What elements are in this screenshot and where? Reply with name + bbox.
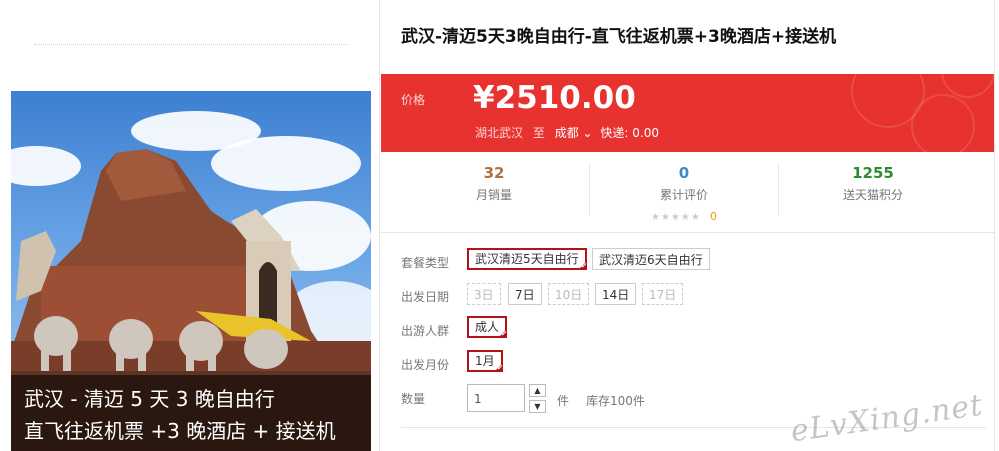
stat-label: 月销量 <box>475 188 512 202</box>
option-text: 14日 <box>602 288 630 302</box>
divider <box>34 44 348 45</box>
destination-text: 成都 <box>554 126 579 140</box>
product-title: 武汉-清迈5天3晚自由行-直飞往返机票+3晚酒店+接送机 <box>401 27 837 47</box>
option-text: 成人 <box>475 320 500 334</box>
price-box: 价格 ¥2510.00 湖北武汉 至 成都 ⌄ 快递: 0.00 <box>381 74 995 152</box>
selected-check-icon <box>498 329 508 338</box>
chevron-down-icon: ⌄ <box>582 126 593 140</box>
ship-from: 湖北武汉 <box>475 126 524 140</box>
panel-border <box>994 0 995 451</box>
rating-value: 0 <box>709 210 717 223</box>
option-text: 武汉清迈5天自由行 <box>475 252 579 266</box>
package-type-label: 套餐类型 <box>401 256 450 270</box>
selected-check-icon <box>493 363 503 372</box>
shipping-route: 湖北武汉 至 成都 ⌄ 快递: 0.00 <box>475 124 659 141</box>
stat-reviews[interactable]: 0 累计评价 ★★★★★ 0 <box>589 164 779 224</box>
option-text: 3日 <box>474 288 494 302</box>
traveler-group-label: 出游人群 <box>401 324 450 338</box>
selected-check-icon <box>577 261 587 270</box>
ship-to-word: 至 <box>532 126 545 140</box>
caption-line-2: 直飞往返机票 +3 晚酒店 + 接送机 <box>24 419 336 443</box>
option-text: 17日 <box>649 288 677 302</box>
traveler-option[interactable]: 成人 <box>467 316 508 338</box>
date-option[interactable]: 7日 <box>508 283 542 305</box>
stat-value: 32 <box>483 164 505 182</box>
ship-destination-select[interactable]: 成都 ⌄ <box>555 126 593 140</box>
option-text: 10日 <box>555 288 583 302</box>
option-text: 7日 <box>515 288 535 302</box>
price-label: 价格 <box>401 93 426 107</box>
chevron-up-icon[interactable]: ▲ <box>529 384 546 397</box>
option-text: 1月 <box>475 354 495 368</box>
product-image[interactable]: 武汉 - 清迈 5 天 3 晚自由行 直飞往返机票 +3 晚酒店 + 接送机 <box>11 91 371 451</box>
month-option[interactable]: 1月 <box>467 350 503 372</box>
quantity-unit: 件 <box>557 394 570 408</box>
quantity-input[interactable]: 1 <box>467 384 525 412</box>
date-option: 3日 <box>467 283 501 305</box>
date-option: 17日 <box>642 283 684 305</box>
stat-value: 0 <box>678 164 690 182</box>
stock-count: 库存100件 <box>586 394 645 408</box>
price-value: ¥2510.00 <box>473 80 636 116</box>
decor-circle <box>911 94 975 152</box>
caption-line-1: 武汉 - 清迈 5 天 3 晚自由行 <box>24 387 275 411</box>
date-option: 10日 <box>548 283 590 305</box>
panel-divider <box>379 0 380 451</box>
star-rating-icon: ★★★★★ <box>651 212 701 223</box>
watermark: eLvXing.net <box>788 387 986 450</box>
chevron-down-icon[interactable]: ▼ <box>529 400 546 413</box>
date-option[interactable]: 14日 <box>595 283 637 305</box>
shipping-fee: 快递: 0.00 <box>600 126 659 140</box>
option-text: 武汉清迈6天自由行 <box>599 253 703 267</box>
stat-value: 1255 <box>852 164 894 182</box>
image-caption: 武汉 - 清迈 5 天 3 晚自由行 直飞往返机票 +3 晚酒店 + 接送机 <box>11 375 371 451</box>
stat-monthly-sales: 32 月销量 <box>399 164 589 203</box>
product-stats: 32 月销量 0 累计评价 ★★★★★ 0 1255 送天猫积分 <box>381 152 995 233</box>
stat-points: 1255 送天猫积分 <box>778 164 968 203</box>
rating-row: ★★★★★ 0 <box>589 205 779 224</box>
departure-month-label: 出发月份 <box>401 358 450 372</box>
product-gallery: 武汉 - 清迈 5 天 3 晚自由行 直飞往返机票 +3 晚酒店 + 接送机 <box>0 0 380 451</box>
stat-label: 累计评价 <box>659 188 708 202</box>
departure-date-label: 出发日期 <box>401 290 450 304</box>
quantity-label: 数量 <box>401 392 426 406</box>
package-option[interactable]: 武汉清迈6天自由行 <box>592 248 710 270</box>
stat-label: 送天猫积分 <box>842 188 903 202</box>
package-option[interactable]: 武汉清迈5天自由行 <box>467 248 587 270</box>
